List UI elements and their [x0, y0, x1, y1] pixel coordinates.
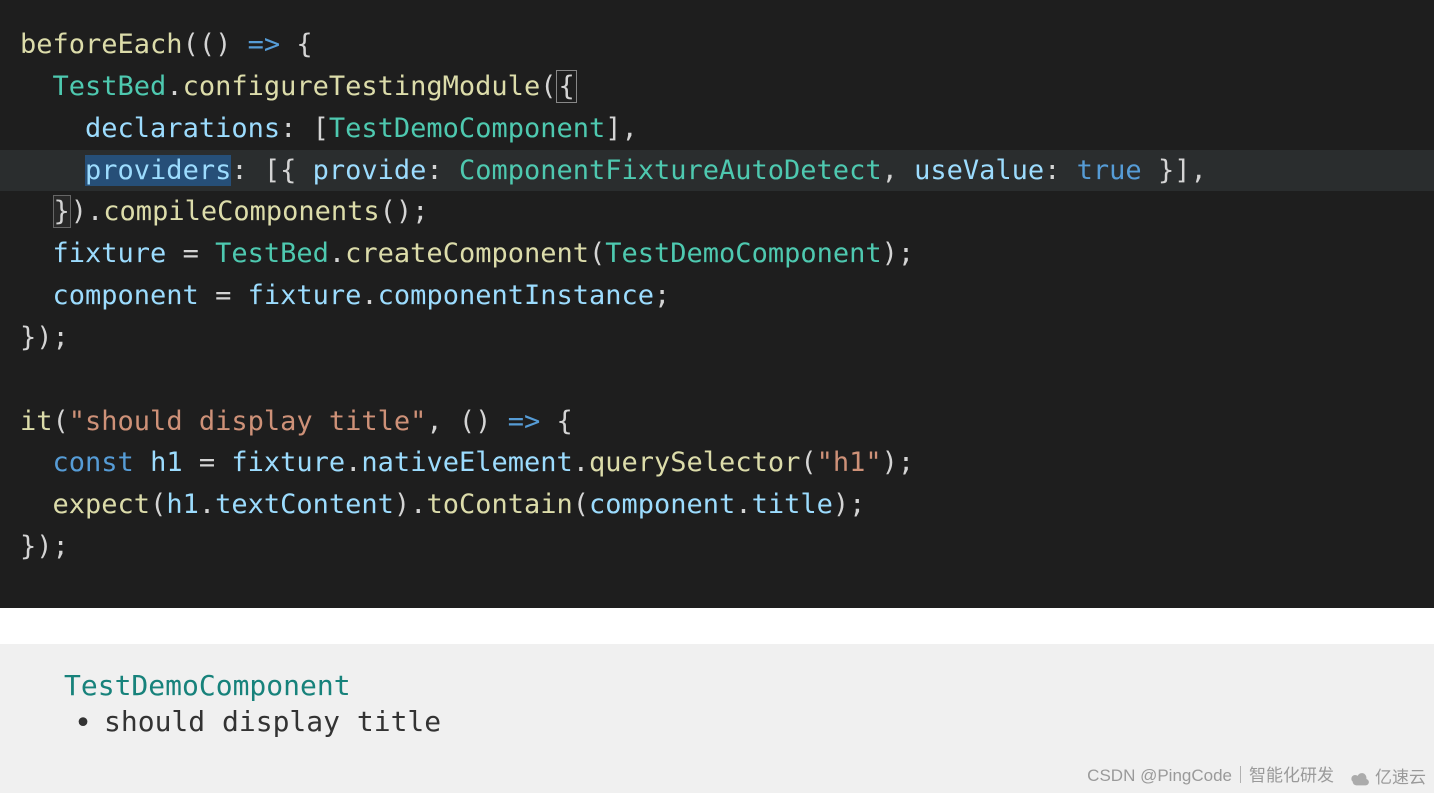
cloud-icon — [1349, 770, 1371, 786]
test-results-pane: TestDemoComponent should display title C… — [0, 644, 1434, 793]
code-line[interactable]: }); — [20, 317, 1414, 359]
code-token: compileComponents — [103, 196, 379, 227]
code-token: "h1" — [817, 447, 882, 478]
code-token: componentInstance — [378, 280, 654, 311]
code-token: ( — [800, 447, 816, 478]
watermark-yisu: 亿速云 — [1349, 767, 1426, 789]
code-token: }], — [1142, 155, 1207, 186]
code-token: fixture — [53, 238, 167, 269]
code-token: createComponent — [345, 238, 589, 269]
code-token: : [{ — [231, 155, 312, 186]
code-line[interactable]: TestBed.configureTestingModule({ — [20, 66, 1414, 108]
code-token: const — [53, 447, 134, 478]
separator-gap — [0, 608, 1434, 644]
code-token: . — [361, 280, 377, 311]
code-token: component — [589, 489, 735, 520]
code-token: true — [1077, 155, 1142, 186]
code-token: . — [199, 489, 215, 520]
code-token: toContain — [426, 489, 572, 520]
watermark-yisu-text: 亿速云 — [1375, 767, 1426, 789]
code-token: => — [508, 406, 541, 437]
code-token: : — [426, 155, 459, 186]
code-token: title — [752, 489, 833, 520]
code-token: . — [573, 447, 589, 478]
code-line[interactable]: }).compileComponents(); — [20, 191, 1414, 233]
code-token: textContent — [215, 489, 394, 520]
code-token — [134, 447, 150, 478]
code-token: configureTestingModule — [183, 71, 541, 102]
code-token: declarations — [85, 113, 280, 144]
code-token: , () — [426, 406, 507, 437]
code-line[interactable]: component = fixture.componentInstance; — [20, 275, 1414, 317]
code-token: }); — [20, 322, 69, 353]
code-token: . — [345, 447, 361, 478]
code-token: = — [199, 280, 248, 311]
code-token: ( — [573, 489, 589, 520]
code-line[interactable]: }); — [20, 526, 1414, 568]
code-token: . — [166, 71, 182, 102]
code-token: ; — [654, 280, 670, 311]
code-token: (() — [183, 29, 248, 60]
code-editor-pane[interactable]: beforeEach(() => { TestBed.configureTest… — [0, 0, 1434, 608]
code-token: TestDemoComponent — [605, 238, 881, 269]
code-token: TestBed — [215, 238, 329, 269]
code-token: nativeElement — [361, 447, 572, 478]
code-token: useValue — [914, 155, 1044, 186]
code-line[interactable]: const h1 = fixture.nativeElement.querySe… — [20, 442, 1414, 484]
code-token: (); — [380, 196, 429, 227]
code-token: }); — [20, 531, 69, 562]
code-token: , — [882, 155, 915, 186]
code-token: ); — [882, 238, 915, 269]
code-token: = — [183, 447, 232, 478]
code-line[interactable]: declarations: [TestDemoComponent], — [20, 108, 1414, 150]
code-token: TestBed — [53, 71, 167, 102]
test-suite-name: TestDemoComponent — [64, 668, 1414, 704]
code-token: providers — [85, 155, 231, 186]
code-token: fixture — [231, 447, 345, 478]
code-token: TestDemoComponent — [329, 113, 605, 144]
code-token: h1 — [166, 489, 199, 520]
code-token: { — [280, 29, 313, 60]
code-token: ( — [53, 406, 69, 437]
code-token: ( — [589, 238, 605, 269]
code-line[interactable]: beforeEach(() => { — [20, 24, 1414, 66]
code-token: fixture — [248, 280, 362, 311]
code-token: ); — [833, 489, 866, 520]
code-token: = — [166, 238, 215, 269]
code-token: : [ — [280, 113, 329, 144]
code-line[interactable] — [20, 359, 1414, 401]
code-token: ); — [882, 447, 915, 478]
code-token: . — [329, 238, 345, 269]
code-line[interactable]: expect(h1.textContent).toContain(compone… — [20, 484, 1414, 526]
watermark-csdn: CSDN @PingCode｜智能化研发 — [1087, 765, 1334, 787]
code-token: ). — [71, 196, 104, 227]
code-token: beforeEach — [20, 29, 183, 60]
code-token: querySelector — [589, 447, 800, 478]
code-token: ( — [150, 489, 166, 520]
code-token: h1 — [150, 447, 183, 478]
code-token: expect — [53, 489, 151, 520]
code-token: : — [1044, 155, 1077, 186]
code-token: { — [540, 406, 573, 437]
code-token: it — [20, 406, 53, 437]
code-token: => — [248, 29, 281, 60]
code-token: provide — [313, 155, 427, 186]
test-case-item: should display title — [64, 704, 1414, 740]
code-line[interactable]: providers: [{ provide: ComponentFixtureA… — [0, 150, 1434, 192]
code-token: ], — [605, 113, 638, 144]
code-token: "should display title" — [69, 406, 427, 437]
code-token: { — [556, 70, 576, 103]
code-line[interactable]: fixture = TestBed.createComponent(TestDe… — [20, 233, 1414, 275]
code-line[interactable]: it("should display title", () => { — [20, 401, 1414, 443]
code-token: ( — [540, 71, 556, 102]
code-token: } — [53, 195, 71, 228]
code-token: component — [53, 280, 199, 311]
code-token: ). — [394, 489, 427, 520]
code-token: ComponentFixtureAutoDetect — [459, 155, 882, 186]
code-token: . — [735, 489, 751, 520]
